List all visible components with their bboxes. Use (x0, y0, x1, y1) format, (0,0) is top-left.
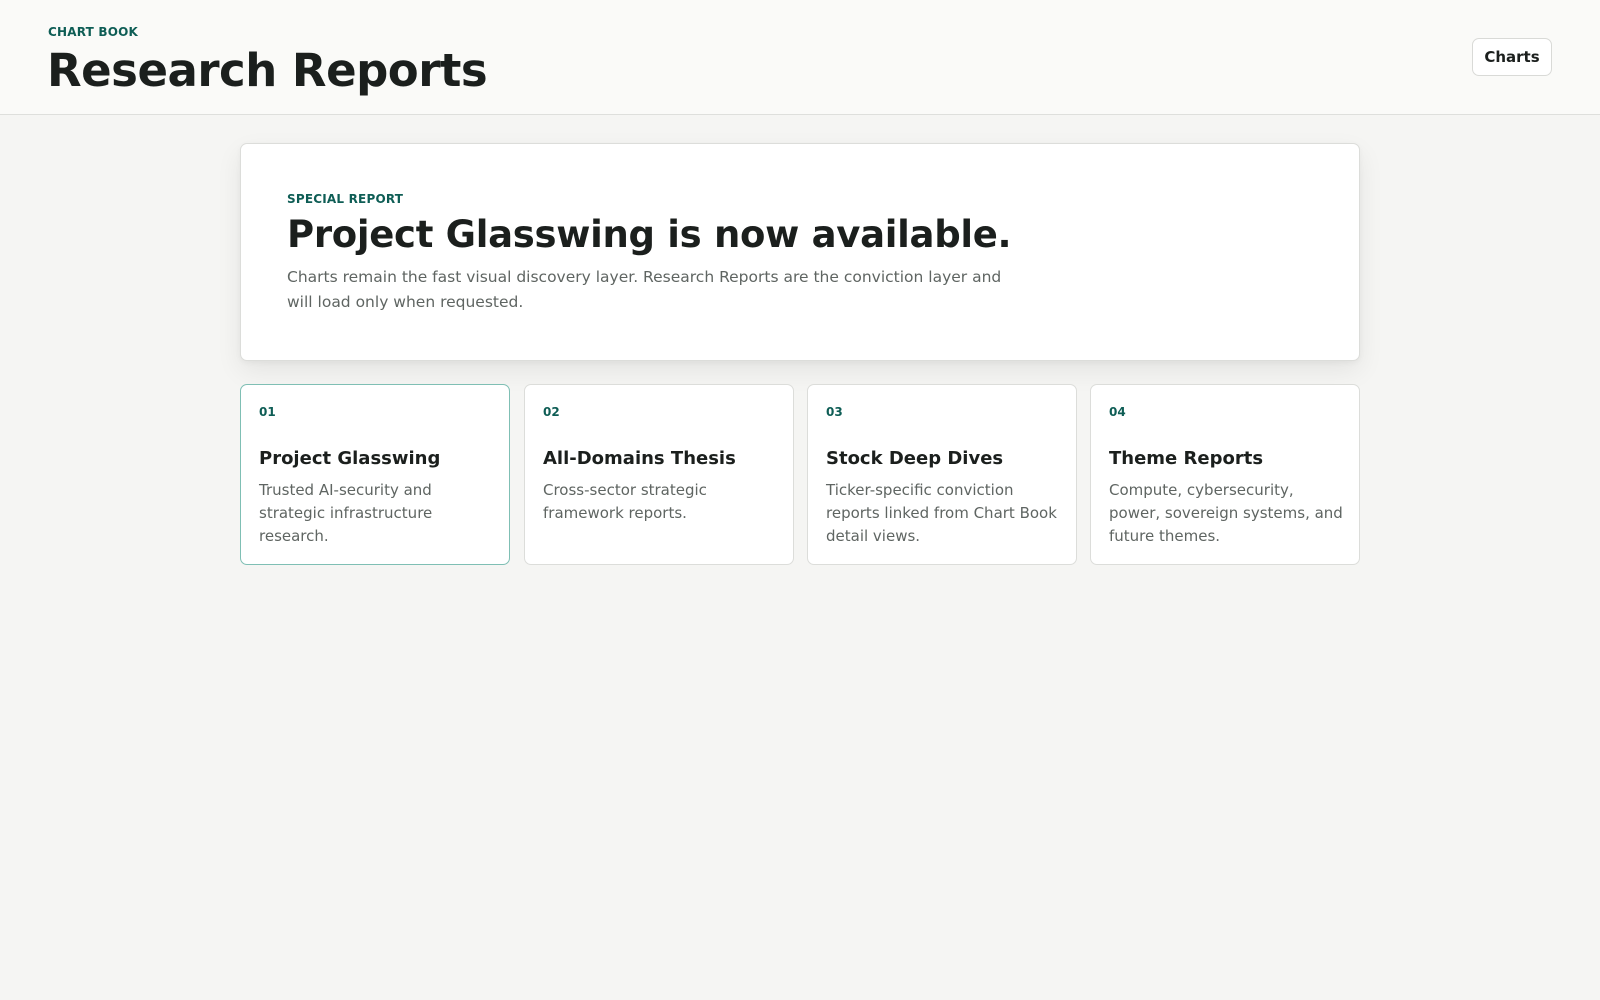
card-number: 01 (259, 405, 276, 419)
page-title: Research Reports (47, 44, 488, 97)
report-card-stock-deep-dives[interactable]: 03 Stock Deep Dives Ticker-specific conv… (807, 384, 1077, 565)
card-description: Compute, cybersecurity, power, sovereign… (1109, 481, 1343, 545)
card-title: Project Glasswing (259, 448, 441, 469)
special-report-title: Project Glasswing is now available. (287, 213, 1012, 256)
card-number: 03 (826, 405, 843, 419)
report-category-cards: 01 Project Glasswing Trusted AI-security… (240, 384, 1360, 565)
report-card-all-domains-thesis[interactable]: 02 All-Domains Thesis Cross-sector strat… (524, 384, 794, 565)
card-description: Cross-sector strategic framework reports… (543, 481, 707, 522)
report-card-theme-reports[interactable]: 04 Theme Reports Compute, cybersecurity,… (1090, 384, 1360, 565)
card-number: 04 (1109, 405, 1126, 419)
card-description: Ticker-specific conviction reports linke… (826, 481, 1057, 545)
special-report-label: SPECIAL REPORT (287, 192, 404, 206)
card-title: Stock Deep Dives (826, 448, 1004, 469)
special-report-description: Charts remain the fast visual discovery … (287, 268, 1002, 311)
card-title: All-Domains Thesis (543, 448, 736, 469)
report-card-project-glasswing[interactable]: 01 Project Glasswing Trusted AI-security… (240, 384, 510, 565)
card-title: Theme Reports (1109, 448, 1264, 469)
charts-button[interactable]: Charts (1472, 38, 1552, 76)
card-description: Trusted AI-security and strategic infras… (259, 481, 433, 545)
top-bar: CHART BOOK Research Reports Charts (0, 0, 1600, 115)
card-number: 02 (543, 405, 560, 419)
special-report-banner: SPECIAL REPORT Project Glasswing is now … (240, 143, 1360, 361)
section-eyebrow: CHART BOOK (48, 25, 139, 39)
